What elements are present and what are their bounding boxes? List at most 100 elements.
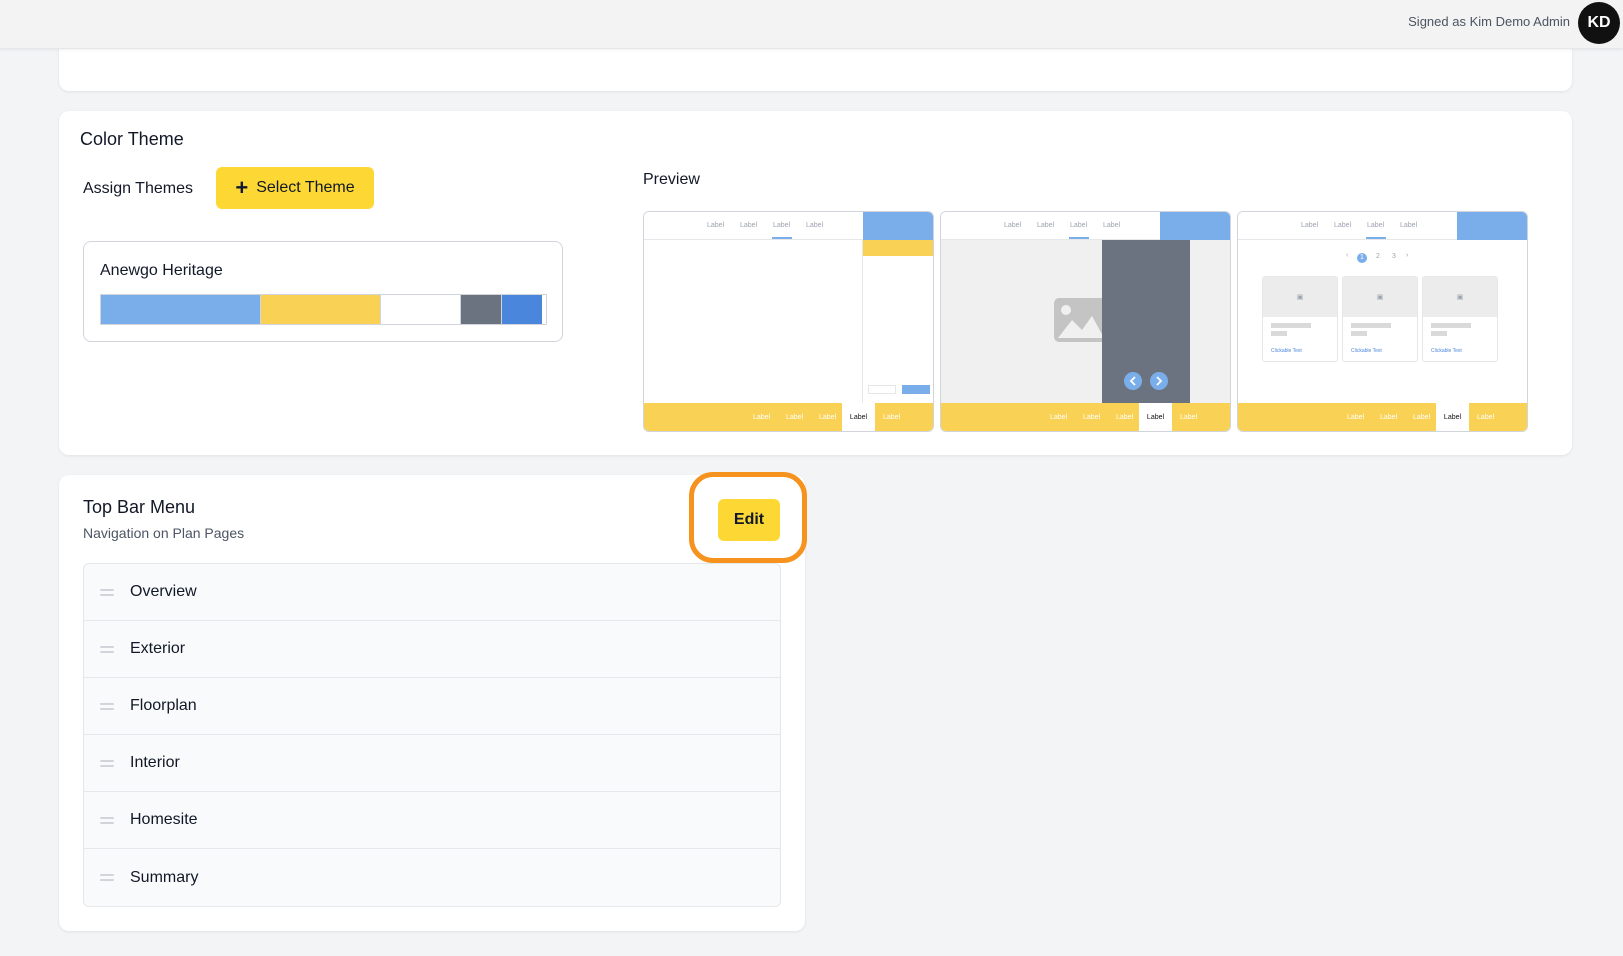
preview-nav-cta — [1457, 212, 1527, 240]
preview-nav-label: Label — [1367, 222, 1385, 229]
preview-footer-active-label: Label — [1139, 403, 1172, 431]
assign-themes-label: Assign Themes — [83, 180, 193, 197]
theme-swatches — [100, 294, 547, 325]
preview-nav-label: Label — [1037, 222, 1055, 229]
preview-footer: Label Label Label Label Label — [644, 403, 933, 431]
preview-card: ▣ Clickable Text — [1262, 276, 1338, 362]
preview-card-text-line — [1351, 331, 1367, 336]
preview-card-text-line — [1431, 323, 1471, 328]
preview-card-link: Clickable Text — [1351, 348, 1382, 354]
preview-page-active: 1 — [1357, 253, 1367, 263]
preview-nav: Label Label Label Label — [1238, 212, 1527, 240]
preview-nav-active-underline — [772, 237, 792, 239]
preview-page: 2 — [1376, 253, 1380, 260]
preview-footer: Label Label Label Label Label — [941, 403, 1230, 431]
preview-card: ▣ Clickable Text — [1342, 276, 1418, 362]
menu-item-summary[interactable]: Summary — [84, 849, 780, 906]
preview-footer: Label Label Label Label Label — [1238, 403, 1527, 431]
preview-card-link: Clickable Text — [1271, 348, 1302, 354]
preview-nav-active-underline — [1069, 237, 1089, 239]
menu-item-homesite[interactable]: Homesite — [84, 792, 780, 849]
menu-item-label: Homesite — [130, 811, 198, 828]
preview-card-text-line — [1431, 331, 1447, 336]
preview-footer-label: Label — [1180, 414, 1198, 421]
color-swatch-5 — [501, 295, 542, 324]
color-swatch-1 — [101, 295, 261, 324]
preview-card: ▣ Clickable Text — [1422, 276, 1498, 362]
preview-nav-cta — [1160, 212, 1230, 240]
edit-button[interactable]: Edit — [718, 499, 780, 541]
preview-footer-label: Label — [883, 414, 901, 421]
preview-footer-label: Label — [1413, 414, 1431, 421]
preview-gallery-panel — [1102, 240, 1190, 405]
image-placeholder-icon: ▣ — [1263, 277, 1337, 317]
top-bar: Signed as Kim Demo Admin KD — [0, 0, 1623, 49]
chevron-left-icon: ‹ — [1346, 252, 1349, 259]
signed-in-text: Signed as Kim Demo Admin — [1408, 14, 1570, 29]
preview-footer-label: Label — [753, 414, 771, 421]
top-bar-menu-subtitle: Navigation on Plan Pages — [83, 525, 245, 541]
drag-handle-icon[interactable] — [100, 589, 114, 599]
preview-nav-cta — [863, 212, 933, 240]
avatar[interactable]: KD — [1578, 2, 1620, 44]
menu-item-label: Overview — [130, 583, 197, 600]
preview-card-link: Clickable Text — [1431, 348, 1462, 354]
drag-handle-icon[interactable] — [100, 703, 114, 713]
color-swatch-3 — [380, 295, 462, 324]
preview-nav-label: Label — [1103, 222, 1121, 229]
preview-nav-label: Label — [1004, 222, 1022, 229]
menu-item-overview[interactable]: Overview — [84, 564, 780, 621]
preview-panel-divider — [862, 240, 863, 405]
preview-panel-header — [863, 240, 933, 256]
menu-item-floorplan[interactable]: Floorplan — [84, 678, 780, 735]
drag-handle-icon[interactable] — [100, 874, 114, 884]
drag-handle-icon[interactable] — [100, 646, 114, 656]
top-bar-menu-card: Top Bar Menu Navigation on Plan Pages Ed… — [59, 472, 807, 931]
preview-thumbnail-3: Label Label Label Label ‹ 1 2 3 › ▣ Clic… — [1237, 211, 1528, 432]
preview-thumbnail-2: Label Label Label Label Label Label Labe… — [940, 211, 1231, 432]
image-placeholder-icon: ▣ — [1343, 277, 1417, 317]
color-swatch-4 — [461, 295, 502, 324]
preview-pagination: ‹ 1 2 3 › — [1238, 252, 1527, 264]
drag-handle-icon[interactable] — [100, 760, 114, 770]
select-theme-label: Select Theme — [256, 179, 355, 196]
preview-card-text-line — [1351, 323, 1391, 328]
plus-icon: + — [235, 175, 249, 200]
preview-footer-label: Label — [1347, 414, 1365, 421]
preview-nav-label: Label — [806, 222, 824, 229]
theme-name: Anewgo Heritage — [100, 262, 223, 279]
preview-nav: Label Label Label Label — [644, 212, 933, 240]
drag-handle-icon[interactable] — [100, 817, 114, 827]
menu-item-label: Summary — [130, 868, 199, 886]
theme-card[interactable]: Anewgo Heritage — [83, 241, 563, 342]
color-theme-card: Color Theme Assign Themes + Select Theme… — [59, 111, 1572, 455]
image-placeholder-icon — [1054, 298, 1106, 342]
preview-panel-button-primary — [902, 385, 930, 394]
image-placeholder-icon: ▣ — [1423, 277, 1497, 317]
menu-item-label: Exterior — [130, 640, 186, 657]
preview-footer-active-label: Label — [1436, 403, 1469, 431]
menu-item-interior[interactable]: Interior — [84, 735, 780, 792]
preview-nav-label: Label — [1301, 222, 1319, 229]
preview-nav-label: Label — [1400, 222, 1418, 229]
preview-footer-label: Label — [1380, 414, 1398, 421]
select-theme-button[interactable]: + Select Theme — [216, 167, 374, 209]
top-bar-menu-title: Top Bar Menu — [83, 497, 196, 517]
menu-item-label: Interior — [130, 754, 180, 771]
preview-nav-active-underline — [1366, 237, 1386, 239]
preview-footer-label: Label — [1477, 414, 1495, 421]
preview-footer-label: Label — [786, 414, 804, 421]
preview-footer-label: Label — [1050, 414, 1068, 421]
preview-thumbnail-1: Label Label Label Label Label Label Labe… — [643, 211, 934, 432]
preview-nav-label: Label — [1070, 222, 1088, 229]
preview-panel-button-secondary — [868, 385, 896, 394]
preview-card-text-line — [1271, 323, 1311, 328]
preview-nav-label: Label — [1334, 222, 1352, 229]
preview-nav: Label Label Label Label — [941, 212, 1230, 240]
menu-item-exterior[interactable]: Exterior — [84, 621, 780, 678]
preview-label: Preview — [643, 171, 700, 188]
preview-card-text-line — [1271, 331, 1287, 336]
preview-footer-active-label: Label — [842, 403, 875, 431]
menu-item-label: Floorplan — [130, 697, 197, 714]
preview-footer-label: Label — [1083, 414, 1101, 421]
